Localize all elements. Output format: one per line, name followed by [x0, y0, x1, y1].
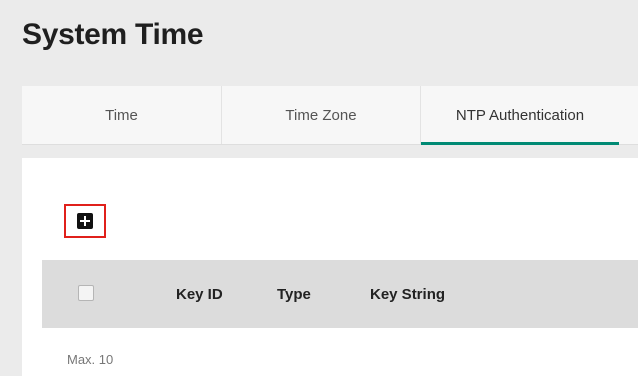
max-entries-label: Max. 10 — [67, 352, 114, 367]
plus-square-icon — [77, 213, 93, 229]
content-card: Key ID Type Key String Max. 10 — [22, 158, 638, 376]
tab-bar: Time Time Zone NTP Authentication — [22, 86, 638, 145]
tab-time-zone[interactable]: Time Zone — [221, 86, 420, 144]
tab-time[interactable]: Time — [22, 86, 221, 144]
page-title: System Time — [22, 18, 204, 51]
tab-ntp-authentication[interactable]: NTP Authentication — [420, 86, 619, 145]
column-header-key-id[interactable]: Key ID — [176, 286, 223, 303]
add-button[interactable] — [64, 204, 106, 238]
column-header-key-string[interactable]: Key String — [370, 286, 445, 303]
column-header-type[interactable]: Type — [277, 286, 311, 303]
table-header: Key ID Type Key String — [42, 260, 638, 328]
select-all-checkbox[interactable] — [78, 285, 94, 301]
